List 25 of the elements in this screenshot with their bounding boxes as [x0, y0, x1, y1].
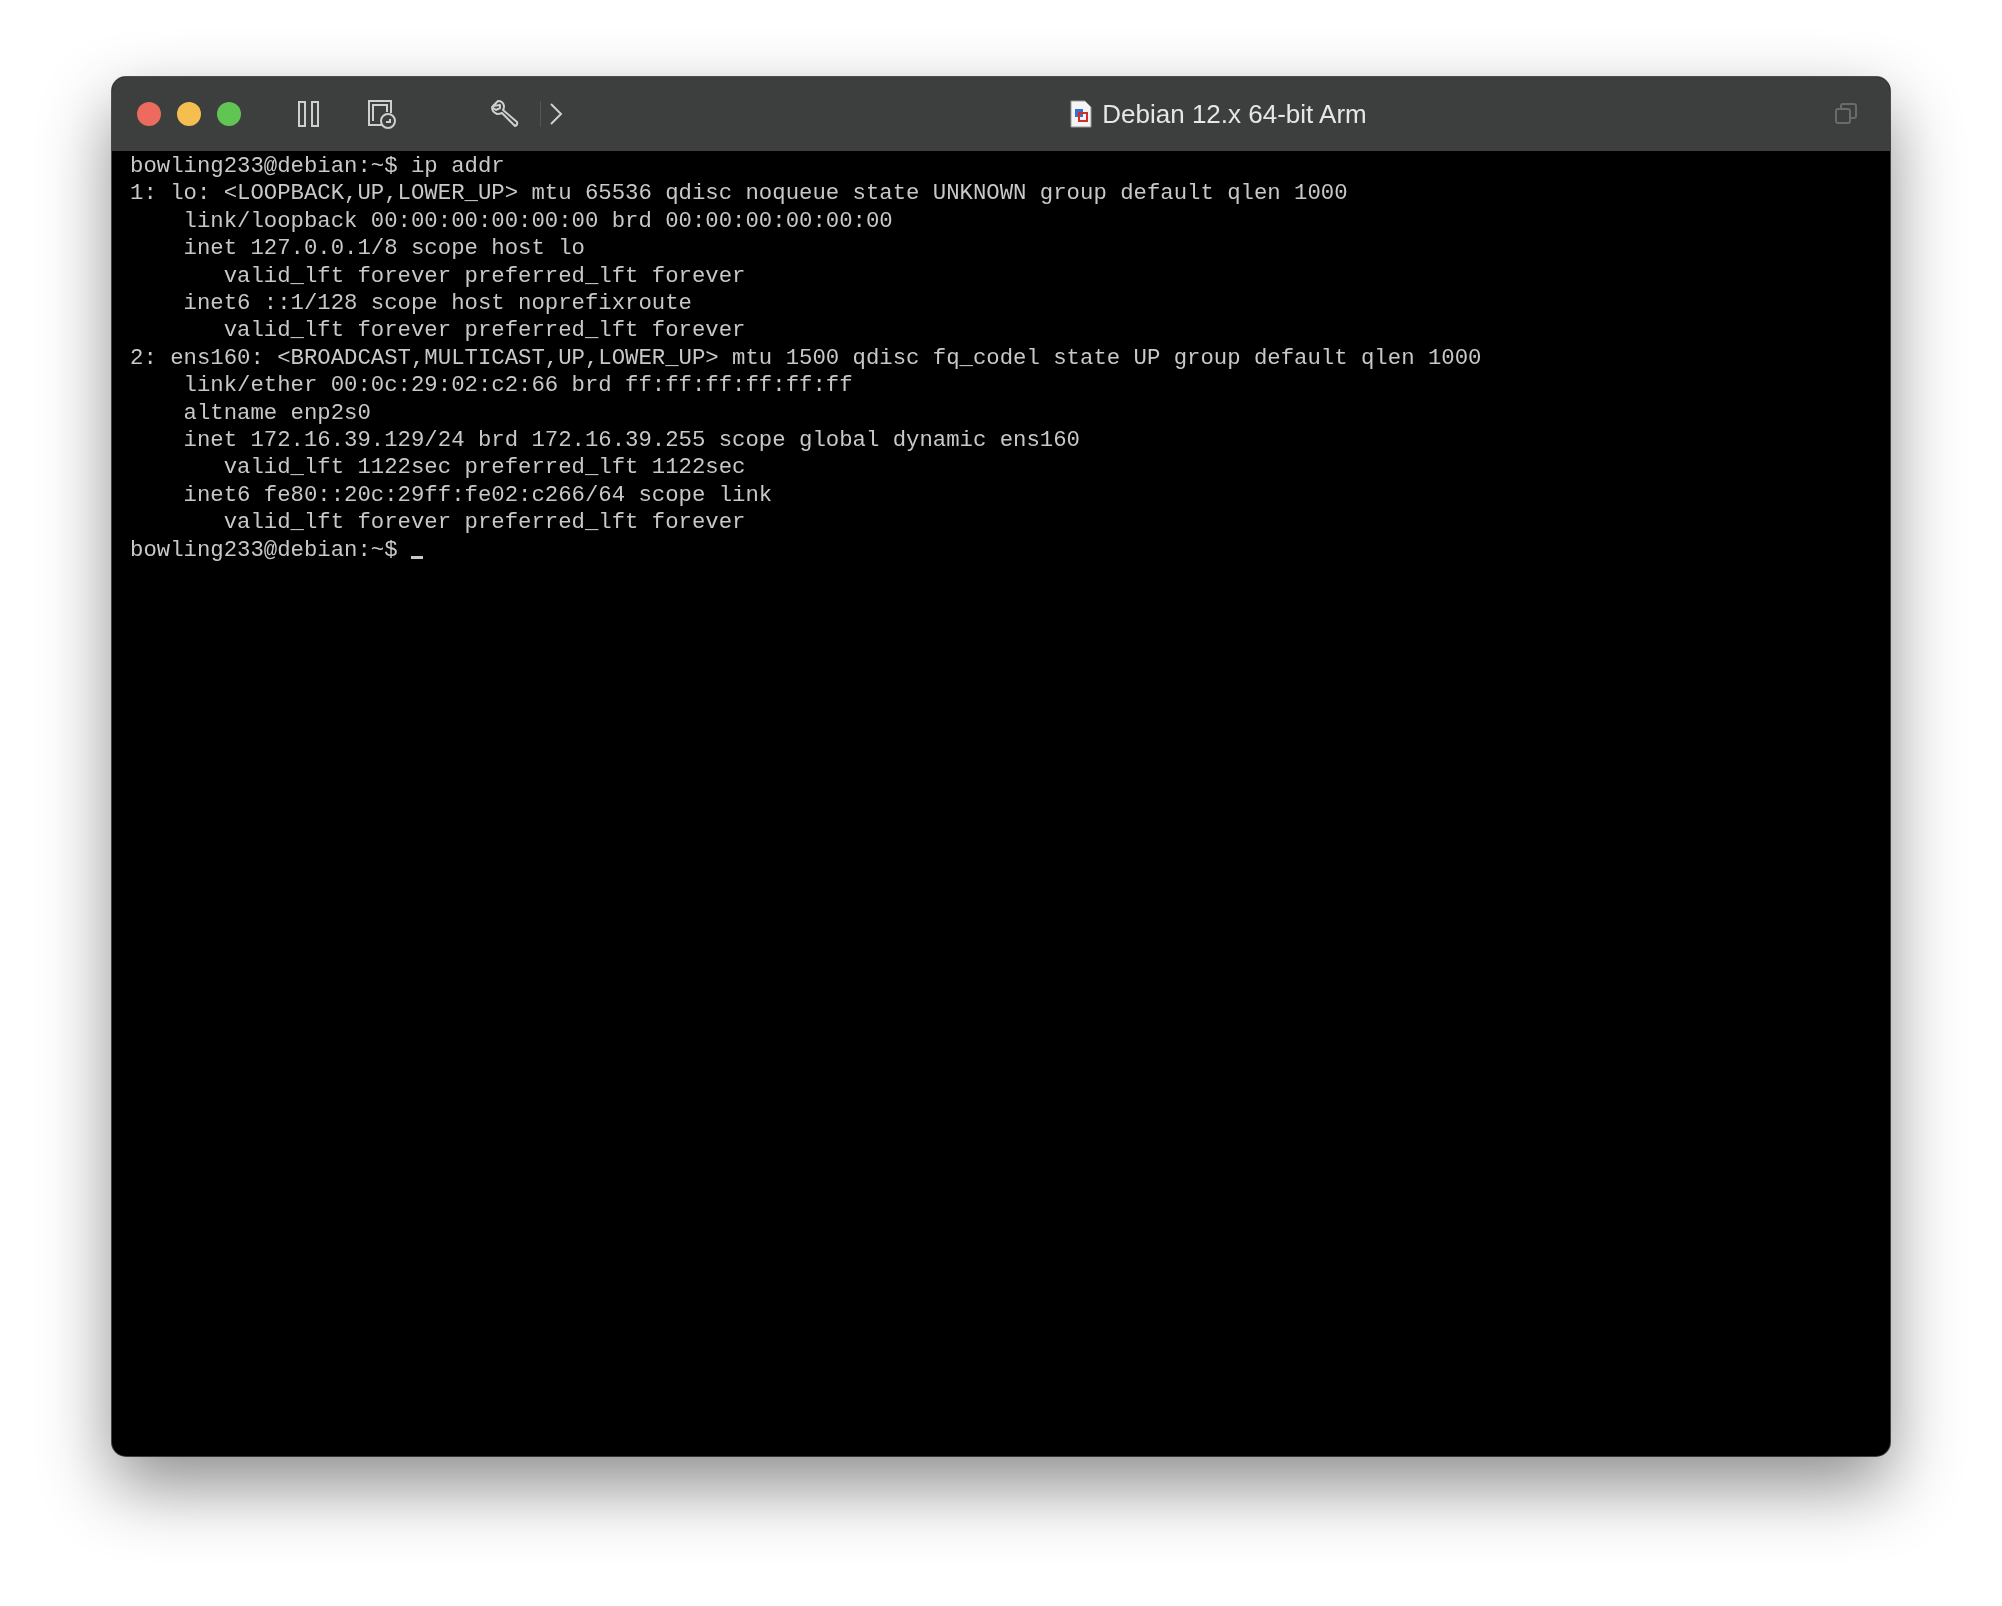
- terminal-prompt: bowling233@debian:~$: [130, 536, 399, 565]
- terminal-line: altname enp2s0: [182, 399, 371, 428]
- terminal-line: valid_lft forever preferred_lft forever: [222, 262, 746, 291]
- terminal-line: inet 172.16.39.129/24 brd 172.16.39.255 scope global dynamic ens160: [182, 427, 1080, 455]
- terminal-line: valid_lft forever preferred_lft forever: [222, 317, 746, 345]
- terminal-line: inet6 fe80::20c:29ff:fe02:c266/64 scope link: [182, 481, 773, 510]
- terminal-line: valid_lft forever preferred_lft forever: [222, 509, 746, 537]
- terminal-line: link/loopback 00:00:00:00:00:00 brd 00:00:00:00:00:00: [182, 207, 893, 236]
- terminal-line: 2: ens160: <BROADCAST,MULTICAST,UP,LOWER_UP> mtu 1500 qdisc fq_codel state UP group default qlen 1000: [130, 344, 1482, 373]
- minimize-button[interactable]: [177, 102, 201, 126]
- zoom-button[interactable]: [217, 102, 241, 126]
- window-title: Debian 12.x 64-bit Arm: [1102, 98, 1367, 130]
- terminal-line: inet 127.0.0.1/8 scope host lo: [182, 235, 585, 263]
- terminal-line: bowling233@debian:~$ ip addr: [130, 153, 505, 181]
- chevron-right-icon[interactable]: [549, 102, 563, 126]
- terminal-line: inet6 ::1/128 scope host noprefixroute: [182, 290, 692, 318]
- document-icon: [1070, 100, 1093, 128]
- pause-icon[interactable]: [298, 101, 320, 127]
- terminal-line: 1: lo: <LOOPBACK,UP,LOWER_UP> mtu 65536 qdisc noqueue state UNKNOWN group default qlen 1000: [130, 180, 1348, 208]
- wrench-icon[interactable]: [490, 99, 520, 129]
- close-button[interactable]: [137, 102, 161, 126]
- terminal-line: link/ether 00:0c:29:02:c2:66 brd ff:ff:ff:ff:ff:ff: [182, 372, 853, 400]
- snapshot-icon[interactable]: [367, 99, 397, 129]
- terminal-line: valid_lft 1122sec preferred_lft 1122sec: [222, 454, 746, 482]
- text-cursor: [411, 556, 423, 560]
